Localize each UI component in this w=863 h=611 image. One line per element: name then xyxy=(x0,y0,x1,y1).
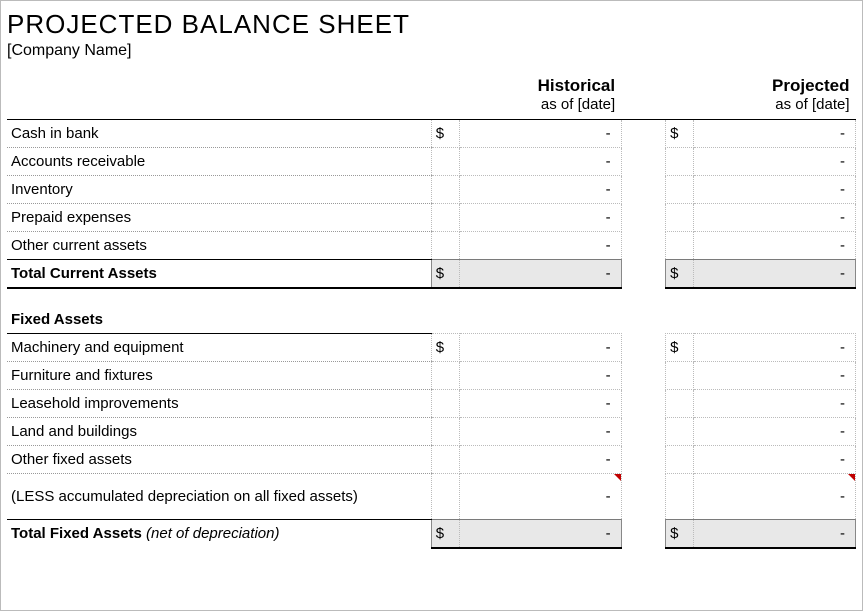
current-asset-row: Prepaid expenses - - xyxy=(7,204,856,232)
cell-currency[interactable]: $ xyxy=(666,520,694,548)
cell-currency[interactable] xyxy=(431,390,459,418)
fixed-assets-section-label: Fixed Assets xyxy=(7,306,431,334)
total-current-assets-row: Total Current Assets $ - $ - xyxy=(7,260,856,288)
fixed-asset-label: (LESS accumulated depreciation on all fi… xyxy=(7,474,431,520)
cell-currency[interactable]: $ xyxy=(666,120,694,148)
cell-currency[interactable] xyxy=(666,446,694,474)
cell-value[interactable]: - xyxy=(460,474,622,520)
column-header-row-1: Historical Projected xyxy=(7,74,856,96)
cell-value[interactable]: - xyxy=(694,418,856,446)
cell-currency[interactable] xyxy=(666,148,694,176)
cell-value[interactable]: - xyxy=(460,120,622,148)
cell-value[interactable]: - xyxy=(694,334,856,362)
fixed-asset-row: Furniture and fixtures - - xyxy=(7,362,856,390)
cell-currency[interactable] xyxy=(431,474,459,520)
historical-subheader: as of [date] xyxy=(431,96,621,120)
company-name: [Company Name] xyxy=(7,42,856,60)
fixed-asset-label: Furniture and fixtures xyxy=(7,362,431,390)
cell-value[interactable]: - xyxy=(694,390,856,418)
cell-currency[interactable] xyxy=(666,176,694,204)
fixed-asset-label: Land and buildings xyxy=(7,418,431,446)
cell-value[interactable]: - xyxy=(694,362,856,390)
cell-currency[interactable] xyxy=(431,232,459,260)
cell-currency[interactable] xyxy=(431,418,459,446)
fixed-asset-row: Leasehold improvements - - xyxy=(7,390,856,418)
cell-currency[interactable]: $ xyxy=(431,120,459,148)
cell-value[interactable]: - xyxy=(460,362,622,390)
total-fixed-assets-row: Total Fixed Assets (net of depreciation)… xyxy=(7,520,856,548)
balance-sheet: { "title": "PROJECTED BALANCE SHEET", "c… xyxy=(1,1,862,549)
current-asset-label: Prepaid expenses xyxy=(7,204,431,232)
cell-value[interactable]: - xyxy=(694,446,856,474)
page-title: PROJECTED BALANCE SHEET xyxy=(7,9,856,40)
cell-value[interactable]: - xyxy=(460,520,622,548)
cell-currency[interactable] xyxy=(666,418,694,446)
cell-value[interactable]: - xyxy=(460,418,622,446)
cell-currency[interactable] xyxy=(431,446,459,474)
cell-value[interactable]: - xyxy=(460,204,622,232)
fixed-asset-row: Other fixed assets - - xyxy=(7,446,856,474)
current-asset-label: Inventory xyxy=(7,176,431,204)
cell-value[interactable]: - xyxy=(694,260,856,288)
cell-value[interactable]: - xyxy=(460,334,622,362)
current-asset-label: Accounts receivable xyxy=(7,148,431,176)
cell-value[interactable]: - xyxy=(694,232,856,260)
cell-currency[interactable] xyxy=(431,148,459,176)
fixed-asset-label: Other fixed assets xyxy=(7,446,431,474)
cell-value[interactable]: - xyxy=(460,260,622,288)
cell-value[interactable]: - xyxy=(460,148,622,176)
projected-subheader: as of [date] xyxy=(666,96,856,120)
total-fixed-assets-label: Total Fixed Assets (net of depreciation) xyxy=(7,520,431,548)
cell-value[interactable]: - xyxy=(460,390,622,418)
fixed-asset-row: (LESS accumulated depreciation on all fi… xyxy=(7,474,856,520)
cell-value[interactable]: - xyxy=(694,148,856,176)
cell-currency[interactable] xyxy=(666,204,694,232)
cell-currency[interactable] xyxy=(431,204,459,232)
cell-currency[interactable] xyxy=(431,362,459,390)
current-asset-label: Other current assets xyxy=(7,232,431,260)
cell-currency[interactable] xyxy=(431,176,459,204)
cell-value[interactable]: - xyxy=(694,176,856,204)
historical-header: Historical xyxy=(431,74,621,96)
projected-header: Projected xyxy=(666,74,856,96)
cell-currency[interactable]: $ xyxy=(666,334,694,362)
cell-currency[interactable]: $ xyxy=(431,334,459,362)
fixed-asset-label: Machinery and equipment xyxy=(7,334,431,362)
cell-value[interactable]: - xyxy=(694,204,856,232)
cell-currency[interactable] xyxy=(666,474,694,520)
current-asset-row: Accounts receivable - - xyxy=(7,148,856,176)
current-asset-label: Cash in bank xyxy=(7,120,431,148)
fixed-assets-section-row: Fixed Assets xyxy=(7,306,856,334)
cell-currency[interactable] xyxy=(666,362,694,390)
cell-value[interactable]: - xyxy=(694,474,856,520)
cell-currency[interactable] xyxy=(666,232,694,260)
fixed-asset-label: Leasehold improvements xyxy=(7,390,431,418)
balance-table: Historical Projected as of [date] as of … xyxy=(7,74,856,549)
cell-currency[interactable] xyxy=(666,390,694,418)
cell-value[interactable]: - xyxy=(460,232,622,260)
current-asset-row: Cash in bank$-$- xyxy=(7,120,856,148)
fixed-asset-row: Land and buildings - - xyxy=(7,418,856,446)
cell-currency[interactable]: $ xyxy=(666,260,694,288)
cell-currency[interactable]: $ xyxy=(431,260,459,288)
fixed-asset-row: Machinery and equipment$-$- xyxy=(7,334,856,362)
current-asset-row: Inventory - - xyxy=(7,176,856,204)
cell-value[interactable]: - xyxy=(694,520,856,548)
cell-value[interactable]: - xyxy=(694,120,856,148)
column-header-row-2: as of [date] as of [date] xyxy=(7,96,856,120)
current-asset-row: Other current assets - - xyxy=(7,232,856,260)
cell-currency[interactable]: $ xyxy=(431,520,459,548)
total-current-assets-label: Total Current Assets xyxy=(7,260,431,288)
cell-value[interactable]: - xyxy=(460,446,622,474)
cell-value[interactable]: - xyxy=(460,176,622,204)
